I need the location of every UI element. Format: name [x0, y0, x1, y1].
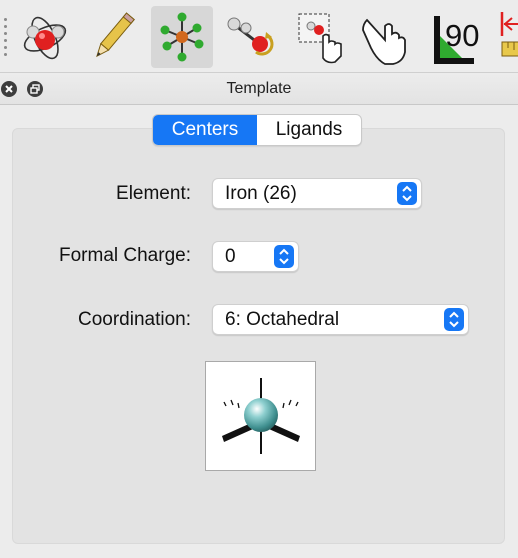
octahedral-geometry-icon: [222, 378, 300, 454]
angle-measure-icon[interactable]: 90: [428, 6, 490, 68]
select-drag-icon[interactable]: [289, 6, 351, 68]
atom-orbit-icon[interactable]: [14, 6, 76, 68]
toolbar: 90: [0, 0, 518, 73]
tab-ligands[interactable]: Ligands: [257, 115, 361, 145]
chevron-updown-icon: [397, 182, 417, 205]
chevron-updown-icon: [444, 308, 464, 331]
panel-header: Template: [0, 73, 518, 105]
formal-charge-value: 0: [225, 246, 236, 267]
molecule-template-icon[interactable]: [151, 6, 213, 68]
tab-segmented-control: Centers Ligands: [152, 114, 362, 146]
chevron-updown-icon: [274, 245, 294, 268]
hand-pointer-icon[interactable]: [355, 6, 417, 68]
pencil-icon[interactable]: [82, 6, 144, 68]
toolbar-grip[interactable]: [4, 18, 8, 58]
element-popup[interactable]: Iron (26): [212, 178, 422, 209]
ruler-measure-icon[interactable]: [496, 6, 518, 68]
formal-charge-popup[interactable]: 0: [212, 241, 299, 272]
coordination-label: Coordination:: [77, 309, 191, 330]
element-label: Element:: [116, 183, 191, 204]
element-value: Iron (26): [225, 183, 297, 204]
tab-centers[interactable]: Centers: [153, 115, 257, 145]
bond-rotate-icon[interactable]: [220, 6, 282, 68]
coordination-value: 6: Octahedral: [225, 309, 340, 330]
coordination-popup[interactable]: 6: Octahedral: [212, 304, 469, 335]
geometry-preview: [205, 361, 316, 471]
panel-title: Template: [226, 80, 292, 97]
formal-charge-label: Formal Charge:: [59, 245, 191, 266]
angle-value: 90: [445, 18, 480, 53]
